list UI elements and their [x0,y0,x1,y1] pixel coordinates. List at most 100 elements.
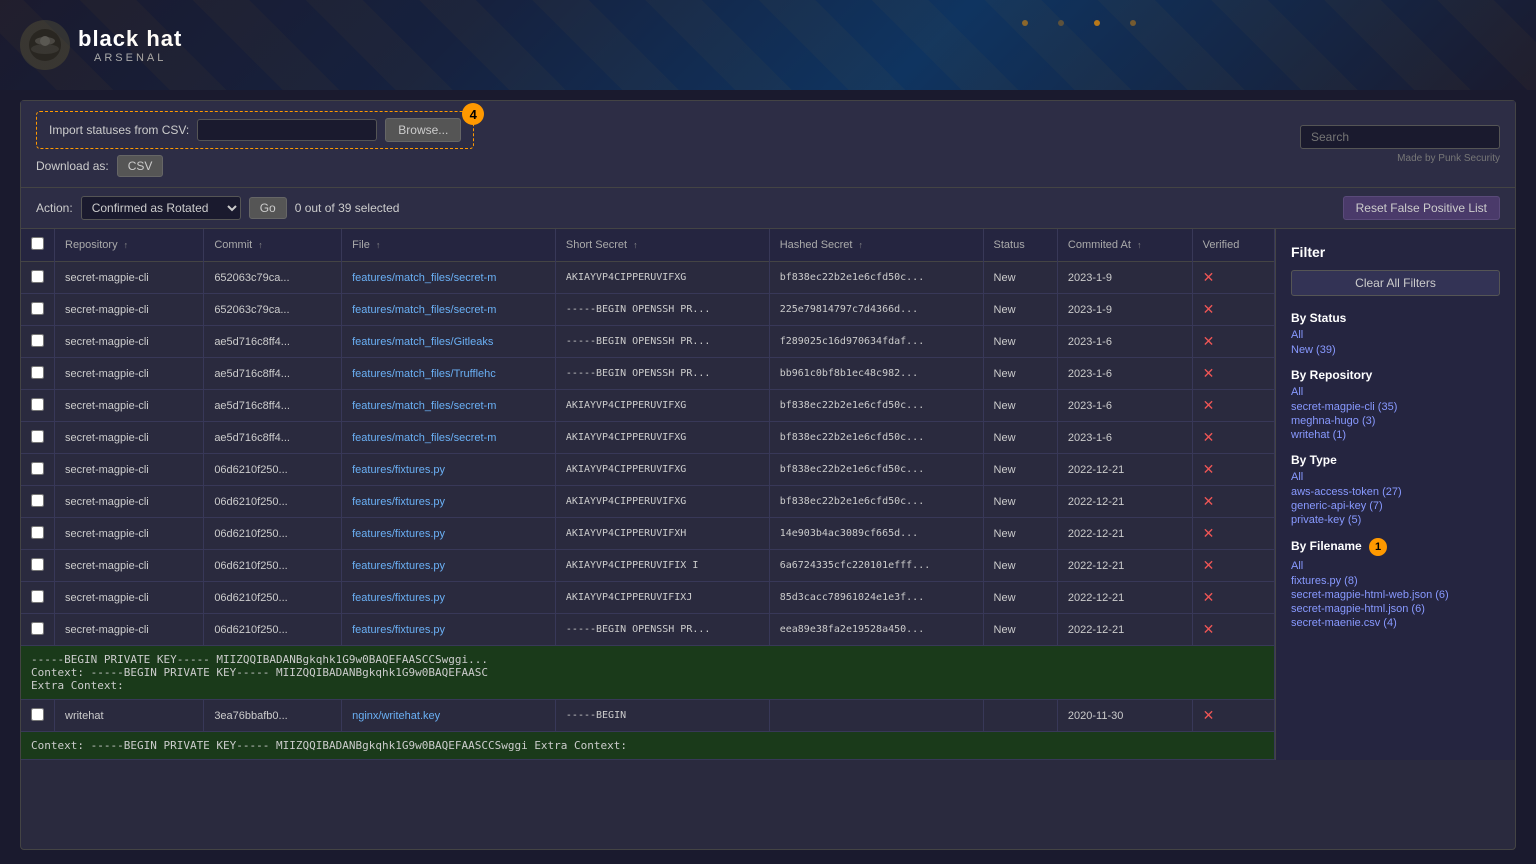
tooltip-content: -----BEGIN PRIVATE KEY----- MIIZQQIBADAN… [21,646,1275,700]
row-file[interactable]: nginx/writehat.key [342,700,556,732]
action-select[interactable]: Confirmed as Rotated [81,196,241,220]
row-checkbox-8[interactable] [31,526,44,539]
filter-repo-writehat[interactable]: writehat (1) [1291,429,1500,441]
row-checkbox-cell[interactable] [21,262,55,294]
col-commit[interactable]: Commit ↑ [204,229,342,262]
row-file[interactable]: features/match_files/secret-m [342,390,556,422]
filter-filename-all[interactable]: All [1291,560,1500,572]
filter-repo-meghna-hugo[interactable]: meghna-hugo (3) [1291,415,1500,427]
row-verified: ✕ [1192,326,1274,358]
filter-status-all[interactable]: All [1291,329,1500,341]
reset-button[interactable]: Reset False Positive List [1343,196,1500,220]
col-file[interactable]: File ↑ [342,229,556,262]
filter-status-new[interactable]: New (39) [1291,344,1500,356]
row-checkbox-cell[interactable] [21,326,55,358]
col-verified[interactable]: Verified [1192,229,1274,262]
filter-repo-secret-magpie[interactable]: secret-magpie-cli (35) [1291,401,1500,413]
row-hashed-secret: 14e903b4ac3089cf665d... [769,518,983,550]
row-checkbox-cell[interactable] [21,454,55,486]
row-short-secret: -----BEGIN OPENSSH PR... [555,326,769,358]
row-checkbox-0[interactable] [31,270,44,283]
row-repo: secret-magpie-cli [55,422,204,454]
row-verified: ✕ [1192,614,1274,646]
row-file[interactable]: features/match_files/secret-m [342,262,556,294]
browse-button[interactable]: Browse... [385,118,461,142]
row-file[interactable]: features/match_files/secret-m [342,422,556,454]
col-status[interactable]: Status [983,229,1057,262]
row-file[interactable]: features/fixtures.py [342,582,556,614]
import-label: Import statuses from CSV: [49,123,189,137]
row-checkbox-cell[interactable] [21,614,55,646]
row-repo: secret-magpie-cli [55,262,204,294]
row-checkbox-7[interactable] [31,494,44,507]
row-checkbox-4[interactable] [31,398,44,411]
row-checkbox-cell[interactable] [21,700,55,732]
row-checkbox-1[interactable] [31,302,44,315]
row-checkbox-cell[interactable] [21,550,55,582]
filter-type-all[interactable]: All [1291,471,1500,483]
clear-all-button[interactable]: Clear All Filters [1291,270,1500,296]
row-repo: secret-magpie-cli [55,486,204,518]
row-file[interactable]: features/fixtures.py [342,454,556,486]
row-checkbox-12[interactable] [31,708,44,721]
row-checkbox-11[interactable] [31,622,44,635]
row-commit: 06d6210f250... [204,614,342,646]
col-repository[interactable]: Repository ↑ [55,229,204,262]
select-all-checkbox[interactable] [31,237,44,250]
row-verified: ✕ [1192,422,1274,454]
row-file[interactable]: features/fixtures.py [342,614,556,646]
search-input[interactable] [1300,125,1500,149]
row-status: New [983,486,1057,518]
row-checkbox-5[interactable] [31,430,44,443]
top-right-area: Made by Punk Security [1300,125,1500,164]
row-checkbox-6[interactable] [31,462,44,475]
csv-file-input[interactable] [197,119,377,141]
filter-filename-fixtures[interactable]: fixtures.py (8) [1291,575,1500,587]
filter-type-aws[interactable]: aws-access-token (27) [1291,486,1500,498]
row-verified: ✕ [1192,262,1274,294]
row-status: New [983,326,1057,358]
row-checkbox-3[interactable] [31,366,44,379]
row-short-secret: AKIAYVP4CIPPERUVIFIXJ [555,582,769,614]
table-row: secret-magpie-cli 06d6210f250... feature… [21,454,1275,486]
row-file[interactable]: features/match_files/Gitleaks [342,326,556,358]
row-file[interactable]: features/fixtures.py [342,486,556,518]
filter-filename-html-web-json[interactable]: secret-magpie-html-web.json (6) [1291,589,1500,601]
row-checkbox-cell[interactable] [21,582,55,614]
row-checkbox-cell[interactable] [21,518,55,550]
table-row: secret-magpie-cli 06d6210f250... feature… [21,550,1275,582]
row-checkbox-cell[interactable] [21,486,55,518]
row-checkbox-9[interactable] [31,558,44,571]
row-committed-at: 2022-12-21 [1057,486,1192,518]
filter-repo-all[interactable]: All [1291,386,1500,398]
filter-filename-csv[interactable]: secret-maenie.csv (4) [1291,617,1500,629]
filter-repo-title: By Repository [1291,368,1500,382]
col-hashed-secret[interactable]: Hashed Secret ↑ [769,229,983,262]
row-file[interactable]: features/fixtures.py [342,550,556,582]
row-file[interactable]: features/match_files/secret-m [342,294,556,326]
filter-filename-html-json[interactable]: secret-magpie-html.json (6) [1291,603,1500,615]
row-short-secret: AKIAYVP4CIPPERUVIFXG [555,390,769,422]
toolbar: Import statuses from CSV: Browse... 4 Do… [21,101,1515,188]
row-file[interactable]: features/match_files/Trufflehc [342,358,556,390]
row-verified: ✕ [1192,390,1274,422]
row-verified: ✕ [1192,582,1274,614]
row-checkbox-cell[interactable] [21,358,55,390]
row-committed-at: 2023-1-6 [1057,358,1192,390]
row-checkbox-2[interactable] [31,334,44,347]
row-checkbox-cell[interactable] [21,294,55,326]
row-checkbox-cell[interactable] [21,422,55,454]
filter-type-generic[interactable]: generic-api-key (7) [1291,500,1500,512]
logo-icon [20,20,70,70]
col-committed-at[interactable]: Commited At ↑ [1057,229,1192,262]
download-label: Download as: [36,159,109,173]
filter-type-private[interactable]: private-key (5) [1291,514,1500,526]
go-button[interactable]: Go [249,197,287,219]
col-short-secret[interactable]: Short Secret ↑ [555,229,769,262]
row-checkbox-cell[interactable] [21,390,55,422]
row-checkbox-10[interactable] [31,590,44,603]
csv-badge: CSV [117,155,164,177]
row-hashed-secret: bf838ec22b2e1e6cfd50c... [769,262,983,294]
row-repo: secret-magpie-cli [55,614,204,646]
row-file[interactable]: features/fixtures.py [342,518,556,550]
